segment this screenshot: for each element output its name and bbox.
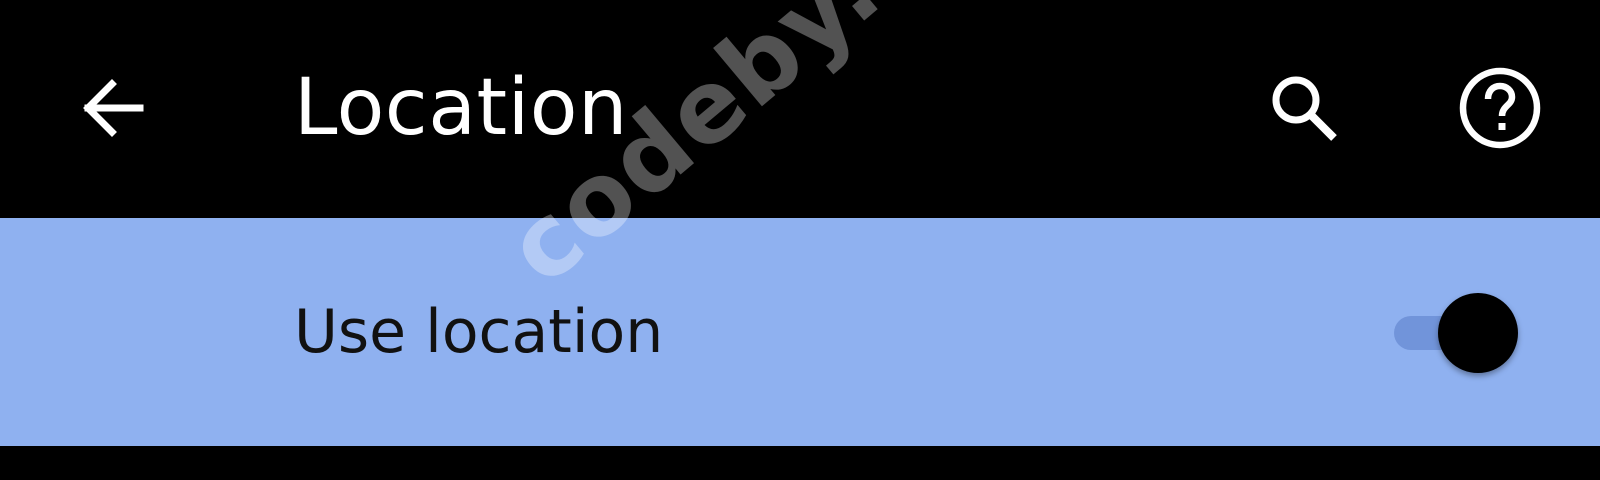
app-bar: Location (0, 0, 1600, 218)
back-button[interactable] (66, 62, 158, 154)
arrow-back-icon (83, 79, 144, 137)
help-button[interactable] (1452, 60, 1548, 156)
use-location-label: Use location (294, 297, 664, 367)
help-circle-icon (1459, 67, 1541, 149)
switch-thumb (1438, 293, 1518, 373)
use-location-switch[interactable] (1386, 290, 1524, 374)
bottom-divider (0, 446, 1600, 480)
search-button[interactable] (1256, 60, 1352, 156)
use-location-row[interactable]: Use location (0, 218, 1600, 446)
search-icon (1272, 76, 1337, 141)
page-title: Location (294, 63, 628, 153)
